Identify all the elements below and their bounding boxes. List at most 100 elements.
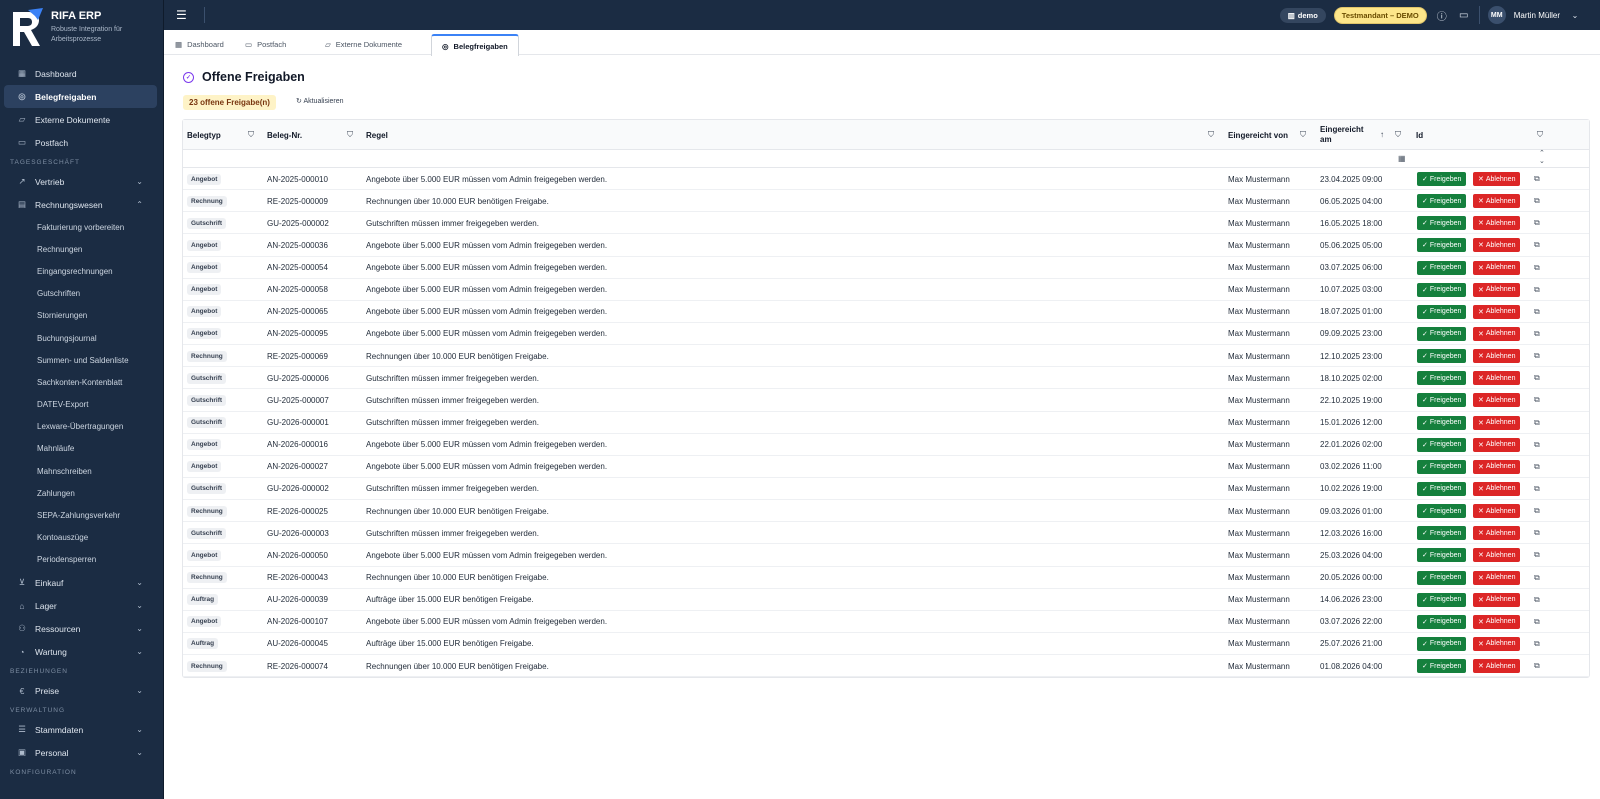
sort-arrow-up-icon[interactable]: ↑ xyxy=(1380,130,1384,139)
table-row[interactable]: Auftrag AU-2026-000045 Aufträge über 15.… xyxy=(183,633,1589,656)
external-link-icon[interactable]: ⧉ xyxy=(1534,323,1540,345)
reject-button[interactable]: ✕ Ablehnen xyxy=(1473,504,1521,519)
approve-button[interactable]: ✓ Freigeben xyxy=(1417,570,1467,585)
table-row[interactable]: Gutschrift GU-2026-000003 Gutschriften m… xyxy=(183,522,1589,545)
feedback-icon[interactable]: ▭ xyxy=(1457,10,1471,21)
beleg-nr[interactable]: AN-2026-000016 xyxy=(267,434,328,456)
table-row[interactable]: Angebot AN-2025-000065 Angebote über 5.0… xyxy=(183,301,1589,323)
sidebar-item-personal[interactable]: ▣ Personal ⌄ xyxy=(0,741,163,764)
sidebar-item-vertrieb[interactable]: ↗ Vertrieb ⌄ xyxy=(0,170,163,193)
col-id[interactable]: Id xyxy=(1416,120,1423,150)
reject-button[interactable]: ✕ Ablehnen xyxy=(1473,526,1521,541)
reject-button[interactable]: ✕ Ablehnen xyxy=(1473,238,1521,253)
beleg-nr[interactable]: AN-2025-000058 xyxy=(267,279,328,301)
beleg-nr[interactable]: GU-2026-000003 xyxy=(267,522,329,544)
user-name[interactable]: Martin Müller xyxy=(1514,11,1560,20)
beleg-nr[interactable]: AN-2026-000050 xyxy=(267,544,328,566)
menu-toggle-icon[interactable]: ☰ xyxy=(176,8,190,22)
reject-button[interactable]: ✕ Ablehnen xyxy=(1473,636,1521,651)
reject-button[interactable]: ✕ Ablehnen xyxy=(1473,548,1521,563)
beleg-nr[interactable]: RE-2026-000043 xyxy=(267,567,328,589)
sidebar-subitem[interactable]: SEPA-Zahlungsverkehr xyxy=(0,504,163,526)
approve-button[interactable]: ✓ Freigeben xyxy=(1417,304,1467,319)
filter-icon[interactable]: ⛉ xyxy=(248,130,254,140)
sidebar-subitem[interactable]: Periodensperren xyxy=(0,549,163,571)
sidebar-item-2[interactable]: ▱ Externe Dokumente xyxy=(0,108,163,131)
beleg-nr[interactable]: AU-2026-000045 xyxy=(267,633,328,655)
external-link-icon[interactable]: ⧉ xyxy=(1534,655,1540,677)
tab-postfach[interactable]: ▭ Postfach xyxy=(245,34,286,55)
beleg-nr[interactable]: AN-2025-000095 xyxy=(267,323,328,345)
col-eingereicht-am[interactable]: Eingereicht am xyxy=(1320,120,1370,150)
col-belegtyp[interactable]: Belegtyp xyxy=(187,120,221,150)
beleg-nr[interactable]: GU-2026-000002 xyxy=(267,478,329,500)
approve-button[interactable]: ✓ Freigeben xyxy=(1417,415,1467,430)
beleg-nr[interactable]: GU-2025-000006 xyxy=(267,367,329,389)
approve-button[interactable]: ✓ Freigeben xyxy=(1417,592,1467,607)
external-link-icon[interactable]: ⧉ xyxy=(1534,389,1540,411)
sidebar-subitem[interactable]: Mahnläufe xyxy=(0,438,163,460)
reject-button[interactable]: ✕ Ablehnen xyxy=(1473,304,1521,319)
table-row[interactable]: Angebot AN-2026-000050 Angebote über 5.0… xyxy=(183,544,1589,567)
beleg-nr[interactable]: RE-2026-000074 xyxy=(267,655,328,677)
beleg-nr[interactable]: AU-2026-000039 xyxy=(267,589,328,611)
sidebar-subitem[interactable]: Stornierungen xyxy=(0,305,163,327)
approve-button[interactable]: ✓ Freigeben xyxy=(1417,194,1467,209)
beleg-nr[interactable]: AN-2025-000065 xyxy=(267,301,328,323)
beleg-nr[interactable]: AN-2025-000036 xyxy=(267,234,328,256)
reject-button[interactable]: ✕ Ablehnen xyxy=(1473,326,1521,341)
reject-button[interactable]: ✕ Ablehnen xyxy=(1473,570,1521,585)
filter-icon[interactable]: ⛉ xyxy=(1208,130,1214,140)
sidebar-item-einkauf[interactable]: ⊻ Einkauf ⌄ xyxy=(0,571,163,594)
reject-button[interactable]: ✕ Ablehnen xyxy=(1473,172,1521,186)
sidebar-item-preise[interactable]: € Preise ⌄ xyxy=(0,679,163,702)
table-row[interactable]: Rechnung RE-2026-000074 Rechnungen über … xyxy=(183,655,1589,678)
external-link-icon[interactable]: ⧉ xyxy=(1534,412,1540,434)
table-row[interactable]: Gutschrift GU-2026-000001 Gutschriften m… xyxy=(183,412,1589,434)
approve-button[interactable]: ✓ Freigeben xyxy=(1417,459,1467,474)
tenant-pill[interactable]: ▥ demo xyxy=(1279,7,1326,23)
sidebar-item-ressourcen[interactable]: ⚇ Ressourcen ⌄ xyxy=(0,617,163,640)
tab-externe-dokumente[interactable]: ▱ Externe Dokumente xyxy=(325,34,402,55)
col-regel[interactable]: Regel xyxy=(366,120,388,150)
refresh-button[interactable]: ↻ Aktualisieren xyxy=(296,97,344,105)
beleg-nr[interactable]: AN-2025-000010 xyxy=(267,168,328,190)
reject-button[interactable]: ✕ Ablehnen xyxy=(1473,592,1521,607)
table-row[interactable]: Angebot AN-2025-000010 Angebote über 5.0… xyxy=(183,168,1589,191)
reject-button[interactable]: ✕ Ablehnen xyxy=(1473,371,1521,386)
reject-button[interactable]: ✕ Ablehnen xyxy=(1473,437,1521,452)
external-link-icon[interactable]: ⧉ xyxy=(1534,633,1540,655)
approve-button[interactable]: ✓ Freigeben xyxy=(1417,326,1467,341)
sidebar-item-rechnungswesen[interactable]: ▤ Rechnungswesen ⌃ xyxy=(0,193,163,216)
sidebar-subitem[interactable]: Kontoauszüge xyxy=(0,527,163,549)
table-row[interactable]: Angebot AN-2025-000058 Angebote über 5.0… xyxy=(183,279,1589,301)
approve-button[interactable]: ✓ Freigeben xyxy=(1417,349,1467,364)
table-row[interactable]: Angebot AN-2025-000054 Angebote über 5.0… xyxy=(183,257,1589,279)
approve-button[interactable]: ✓ Freigeben xyxy=(1417,504,1467,519)
reject-button[interactable]: ✕ Ablehnen xyxy=(1473,216,1521,231)
table-row[interactable]: Angebot AN-2025-000095 Angebote über 5.0… xyxy=(183,323,1589,346)
beleg-nr[interactable]: RE-2025-000069 xyxy=(267,345,328,367)
sidebar-item-0[interactable]: ▦ Dashboard xyxy=(0,62,163,85)
table-row[interactable]: Angebot AN-2026-000027 Angebote über 5.0… xyxy=(183,456,1589,478)
sidebar-item-wartung[interactable]: ◔ Wartung ⌄ xyxy=(0,640,163,663)
reject-button[interactable]: ✕ Ablehnen xyxy=(1473,459,1521,474)
beleg-nr[interactable]: RE-2026-000025 xyxy=(267,500,328,522)
external-link-icon[interactable]: ⧉ xyxy=(1534,212,1540,234)
reject-button[interactable]: ✕ Ablehnen xyxy=(1473,194,1521,209)
beleg-nr[interactable]: AN-2026-000107 xyxy=(267,611,328,633)
avatar[interactable]: MM xyxy=(1487,6,1506,24)
approve-button[interactable]: ✓ Freigeben xyxy=(1417,481,1467,496)
external-link-icon[interactable]: ⧉ xyxy=(1534,367,1540,389)
external-link-icon[interactable]: ⧉ xyxy=(1534,500,1540,522)
table-row[interactable]: Rechnung RE-2026-000043 Rechnungen über … xyxy=(183,567,1589,589)
table-row[interactable]: Rechnung RE-2025-000069 Rechnungen über … xyxy=(183,345,1589,368)
sidebar-subitem[interactable]: Sachkonten-Kontenblatt xyxy=(0,371,163,393)
external-link-icon[interactable]: ⧉ xyxy=(1534,434,1540,456)
sidebar-subitem[interactable]: Fakturierung vorbereiten xyxy=(0,216,163,238)
approve-button[interactable]: ✓ Freigeben xyxy=(1417,238,1467,253)
reject-button[interactable]: ✕ Ablehnen xyxy=(1473,282,1521,297)
approve-button[interactable]: ✓ Freigeben xyxy=(1417,282,1467,297)
beleg-nr[interactable]: RE-2025-000009 xyxy=(267,190,328,212)
sidebar-subitem[interactable]: Eingangsrechnungen xyxy=(0,260,163,282)
